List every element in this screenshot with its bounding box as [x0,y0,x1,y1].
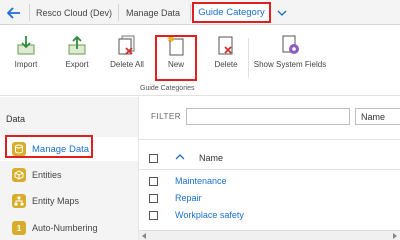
sidebar: Data Manage Data Entities Entity Maps 1 … [0,97,138,240]
row-name-link[interactable]: Workplace safety [175,210,244,220]
table-row[interactable]: Repair [139,190,400,207]
breadcrumb-resco-cloud[interactable]: Resco Cloud (Dev) [36,0,112,25]
back-button[interactable] [0,0,28,25]
sort-ascending-icon[interactable] [175,153,185,161]
divider [118,4,119,21]
divider [190,4,191,21]
sidebar-item-entity-maps[interactable]: Entity Maps [0,189,138,213]
row-checkbox[interactable] [149,177,158,186]
sidebar-heading: Data [6,114,26,124]
select-all-checkbox[interactable] [149,154,158,163]
hierarchy-icon [12,194,26,208]
breadcrumb-dropdown-button[interactable] [272,0,292,25]
import-icon [17,36,35,55]
main-panel: FILTER Name Name Maintenance Repair Work… [138,97,400,240]
ribbon-group-label: Guide Categories [140,85,195,92]
manage-data-highlight [5,135,93,158]
row-name-link[interactable]: Repair [175,193,202,203]
breadcrumb-manage-data[interactable]: Manage Data [126,0,180,25]
import-button[interactable]: Import [12,34,40,76]
sidebar-item-label: Entity Maps [32,196,80,206]
delete-icon [218,36,233,55]
scroll-left-icon[interactable] [142,233,146,239]
top-bar: Resco Cloud (Dev) Manage Data Guide Cate… [0,0,400,25]
number-one-icon: 1 [12,221,26,235]
export-label: Export [65,60,89,69]
delete-all-label: Delete All [110,60,144,69]
show-system-fields-label: Show System Fields [253,60,327,69]
filter-label: FILTER [151,112,181,121]
table-row[interactable]: Maintenance [139,173,400,190]
divider [139,139,400,140]
divider [29,4,30,21]
cube-icon [12,168,26,182]
row-checkbox[interactable] [149,194,158,203]
delete-label: Delete [214,60,238,69]
filter-input[interactable] [186,108,350,125]
export-button[interactable]: Export [63,34,91,76]
column-header-name[interactable]: Name [199,153,223,163]
system-fields-icon [282,35,299,54]
ribbon-divider [248,38,249,78]
chevron-down-icon [277,10,287,16]
export-icon [68,35,86,55]
horizontal-scrollbar[interactable] [139,230,400,240]
sidebar-item-auto-numbering[interactable]: 1 Auto-Numbering [0,216,138,240]
scroll-right-icon[interactable] [393,233,397,239]
divider [139,169,400,170]
filter-field-select[interactable]: Name [355,108,400,125]
sidebar-item-entities[interactable]: Entities [0,163,138,187]
import-label: Import [14,60,38,69]
table-row[interactable]: Workplace safety [139,207,400,224]
sidebar-item-label: Entities [32,170,62,180]
breadcrumb-guide-category[interactable]: Guide Category [192,2,271,23]
show-system-fields-button[interactable]: Show System Fields [252,34,328,76]
delete-button[interactable]: Delete [212,34,240,76]
row-name-link[interactable]: Maintenance [175,176,227,186]
delete-all-button[interactable]: Delete All [107,34,147,76]
back-arrow-icon [7,6,20,19]
sidebar-item-label: Auto-Numbering [32,223,98,233]
grid-header: Name [139,149,400,169]
ribbon-toolbar: Import Export Delete All New Delete Show… [0,26,400,96]
new-button-highlight [155,35,197,81]
delete-all-icon [118,35,135,55]
row-checkbox[interactable] [149,211,158,220]
